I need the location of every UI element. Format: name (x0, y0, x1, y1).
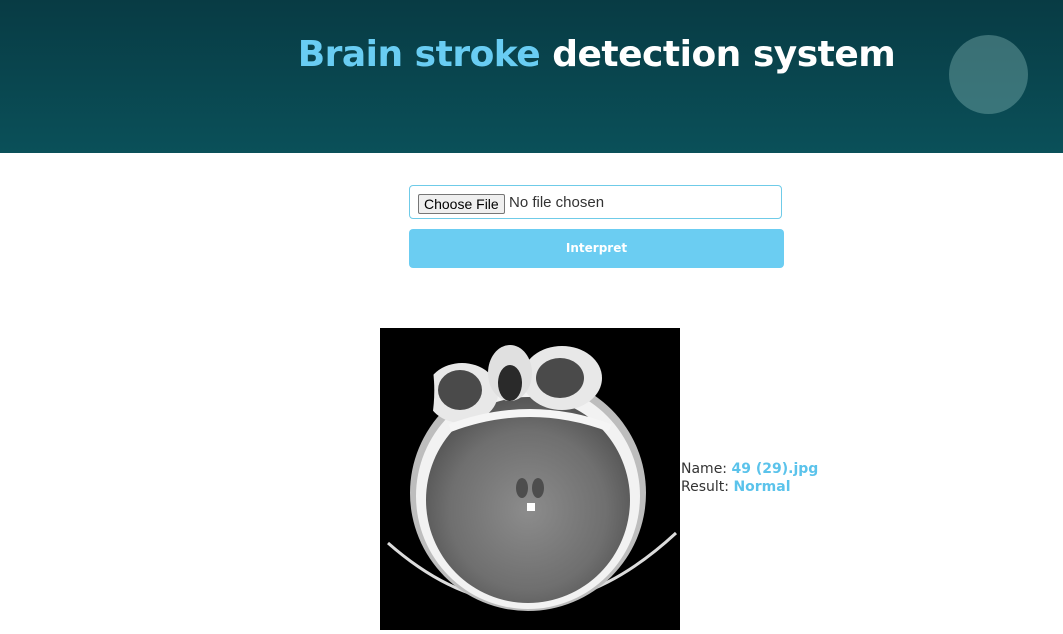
title-accent: Brain stroke (297, 34, 541, 75)
result-row: Result: Normal (681, 478, 818, 496)
ct-scan-image (380, 328, 680, 630)
result-label: Result: (681, 479, 729, 495)
name-row: Name: 49 (29).jpg (681, 460, 818, 478)
brain-scan-graphic (380, 328, 680, 611)
interpret-button[interactable]: Interpret (409, 229, 784, 268)
choose-file-button[interactable]: Choose File (418, 194, 505, 214)
name-value: 49 (29).jpg (731, 461, 819, 477)
page-header: Brain stroke detection system (0, 0, 1063, 153)
title-rest: detection system (552, 34, 896, 75)
name-label: Name: (681, 461, 728, 477)
file-status: No file chosen (509, 194, 605, 211)
result-value: Normal (733, 479, 791, 495)
page-title: Brain stroke detection system (0, 34, 1063, 75)
file-input[interactable]: Choose File No file chosen (409, 185, 782, 219)
result-panel: Name: 49 (29).jpg Result: Normal (681, 460, 818, 496)
decorative-circle (949, 35, 1028, 114)
